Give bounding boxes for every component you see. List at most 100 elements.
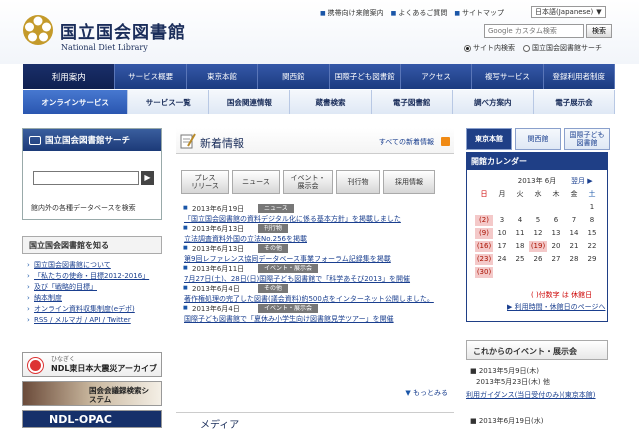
logo-title-ja[interactable]: 国立国会図書館 xyxy=(60,18,186,43)
calendar-day xyxy=(547,202,565,213)
events-title: これからのイベント・展示会 xyxy=(466,340,608,360)
event-date: ■ 2013年6月19日(水) xyxy=(470,417,544,425)
news-date: 2013年6月11日 xyxy=(183,264,244,274)
calendar-day: (9) xyxy=(475,228,493,239)
calendar-day: (23) xyxy=(475,254,493,265)
nav-research-guide[interactable]: 調べ方案内 xyxy=(452,90,534,114)
mission-link[interactable]: 「私たちの使命・目標2012-2016」 xyxy=(34,272,149,280)
calendar-day: 8 xyxy=(589,216,595,224)
calendar-day: 10 xyxy=(497,229,507,237)
about-ndl-title: 国立国会図書館を知る xyxy=(22,236,162,254)
logo-title-en[interactable]: National Diet Library xyxy=(61,43,148,52)
archive-banner[interactable]: ひなぎく NDL東日本大震災アーカイブ xyxy=(22,352,162,377)
news-tabs: プレス リリース ニュース イベント・ 展示会 刊行物 採用情報 xyxy=(181,170,435,194)
radio-site-search[interactable]: サイト内検索 xyxy=(464,43,515,53)
hinagiku-logo-icon xyxy=(28,358,43,373)
calendar-day: 28 xyxy=(569,255,579,263)
site-search-button[interactable]: 検索 xyxy=(586,24,612,38)
all-news-link[interactable]: すべての新着情報 xyxy=(379,137,434,147)
calendar-day: 25 xyxy=(515,255,525,263)
calendar-day xyxy=(529,267,547,278)
news-date: 2013年6月13日 xyxy=(183,224,244,234)
about-ndl-box: 国立国会図書館を知る 国立国会図書館について 「私たちの使命・目標2012-20… xyxy=(22,236,162,326)
news-title-link[interactable]: 「国立国会図書館の資料デジタル化に係る基本方針」を掲載しました xyxy=(184,214,401,224)
news-item: 2013年6月13日 その他第9回レファレンス協同データベース事業フォーラム記録集… xyxy=(182,244,454,264)
ndl-search-go-button[interactable]: ▶ xyxy=(141,171,154,185)
news-heading: 新着情報 xyxy=(200,137,244,150)
tab-kodomo[interactable]: 国際子ども 図書館 xyxy=(564,128,610,150)
nav-service-list[interactable]: サービス一覧 xyxy=(128,90,210,114)
news-tag: ニュース xyxy=(258,204,294,213)
about-link[interactable]: 国立国会図書館について xyxy=(34,261,111,269)
archive-banner-text: NDL東日本大震災アーカイブ xyxy=(51,364,157,373)
tab-publications[interactable]: 刊行物 xyxy=(336,170,380,194)
news-date: 2013年6月13日 xyxy=(183,244,244,254)
news-item: 2013年6月13日 刊行物立法調査資料外国の立法No.256を掲載 xyxy=(182,224,454,244)
tab-press-release[interactable]: プレス リリース xyxy=(181,170,229,194)
news-section: 新着情報 すべての新着情報 プレス リリース ニュース イベント・ 展示会 刊行… xyxy=(176,128,454,428)
ndl-search-title-text: 国立国会図書館サーチ xyxy=(45,136,131,146)
nav-kodomo[interactable]: 国際子ども図書館 xyxy=(329,64,401,89)
hours-link[interactable]: ▶ 利用時間・休館日のページへ xyxy=(507,302,605,312)
calendar-day xyxy=(529,202,547,213)
calendar-day: 5 xyxy=(535,216,541,224)
news-title-link[interactable]: 国際子ども図書館で「夏休み小学生向け図書館見学ツアー」を開催 xyxy=(184,314,394,324)
weekday-label: 月 xyxy=(498,190,506,198)
news-list: 2013年6月19日 ニュース「国立国会図書館の資料デジタル化に係る基本方針」を掲… xyxy=(182,204,454,324)
nav-usage-guide[interactable]: 利用案内 xyxy=(23,64,116,89)
tab-tokyo[interactable]: 東京本館 xyxy=(466,128,512,150)
calendar-day: (2) xyxy=(475,215,493,226)
nav-catalog-search[interactable]: 蔵書検索 xyxy=(290,90,372,114)
radio-ndl-search[interactable]: 国立国会図書館サーチ xyxy=(523,43,602,53)
mobile-guide-link[interactable]: 携帯向け来館案内 xyxy=(320,8,384,18)
nav-access[interactable]: アクセス xyxy=(400,64,473,89)
kokkai-banner-text: 国会会議録検索システム xyxy=(89,386,149,404)
edepo-link[interactable]: オンライン資料収集制度(eデポ) xyxy=(34,305,135,313)
radio-ndl-label: 国立国会図書館サーチ xyxy=(532,44,602,52)
tab-news[interactable]: ニュース xyxy=(232,170,280,194)
deposit-link[interactable]: 納本制度 xyxy=(34,294,62,302)
nav-kansai[interactable]: 関西館 xyxy=(258,64,330,89)
strategy-link[interactable]: 及び「戦略的目標」 xyxy=(34,283,97,291)
ndl-search-input[interactable] xyxy=(33,171,139,185)
site-header: 国立国会図書館 National Diet Library 携帯向け来館案内 よ… xyxy=(0,0,639,64)
language-select[interactable]: 日本語(Japanese) ▼ xyxy=(531,6,606,18)
event-link[interactable]: 利用ガイダンス(当日受付のみ)(東京本館) xyxy=(466,390,596,400)
ndl-opac-banner-text: NDL-OPAC xyxy=(49,413,112,426)
nav-registration[interactable]: 登録利用者制度 xyxy=(543,64,615,89)
nav-service-overview[interactable]: サービス概要 xyxy=(115,64,187,89)
nav-copy-service[interactable]: 複写サービス xyxy=(472,64,544,89)
weekday-label: 水 xyxy=(534,190,542,198)
ndl-opac-banner[interactable]: NDL-OPAC xyxy=(22,410,162,428)
more-news-link[interactable]: ▼ もっとみる xyxy=(405,388,448,398)
tab-kansai[interactable]: 関西館 xyxy=(515,128,561,150)
more-news-text: もっとみる xyxy=(413,389,448,397)
calendar-tabs: 東京本館 関西館 国際子ども 図書館 xyxy=(466,128,610,150)
site-search-input[interactable] xyxy=(484,24,584,38)
tab-events[interactable]: イベント・ 展示会 xyxy=(283,170,333,194)
news-title-link[interactable]: 立法調査資料外国の立法No.256を掲載 xyxy=(184,234,307,244)
faq-link[interactable]: よくあるご質問 xyxy=(391,8,447,18)
nav-digital-exhibit[interactable]: 電子展示会 xyxy=(533,90,616,114)
news-title-link[interactable]: 第9回レファレンス協同データベース事業フォーラム記録集を掲載 xyxy=(184,254,391,264)
news-title-link[interactable]: 7月27日(土)、28日(日)国際子ども図書館で「科学あそび2013」を開催 xyxy=(184,274,410,284)
next-month-link[interactable]: 翌月 ▶ xyxy=(571,176,593,186)
calendar-day: 11 xyxy=(515,229,525,237)
rss-icon[interactable] xyxy=(441,137,450,146)
rss-api-link[interactable]: RSS / メルマガ / API / Twitter xyxy=(34,316,131,324)
sitemap-link[interactable]: サイトマップ xyxy=(454,8,504,18)
calendar-day xyxy=(511,267,529,278)
pencil-note-icon xyxy=(180,133,196,149)
nav-diet-info[interactable]: 国会関連情報 xyxy=(209,90,291,114)
search-scope: サイト内検索 国立国会図書館サーチ xyxy=(464,43,602,53)
ndl-logo-icon[interactable] xyxy=(22,14,54,46)
nav-online-services[interactable]: オンラインサービス xyxy=(23,90,129,114)
nav-digital-library[interactable]: 電子図書館 xyxy=(371,90,453,114)
news-title-link[interactable]: 著作権処理の完了した図書(議会資料)約500点をインターネット公開しました。 xyxy=(184,294,434,304)
calendar-day: 6 xyxy=(553,216,559,224)
kokkai-minutes-banner[interactable]: 国会会議録検索システム xyxy=(22,381,162,406)
calendar-day: 4 xyxy=(517,216,523,224)
nav-tokyo[interactable]: 東京本館 xyxy=(186,64,259,89)
tab-recruitment[interactable]: 採用情報 xyxy=(383,170,435,194)
calendar-day: 15 xyxy=(587,229,597,237)
